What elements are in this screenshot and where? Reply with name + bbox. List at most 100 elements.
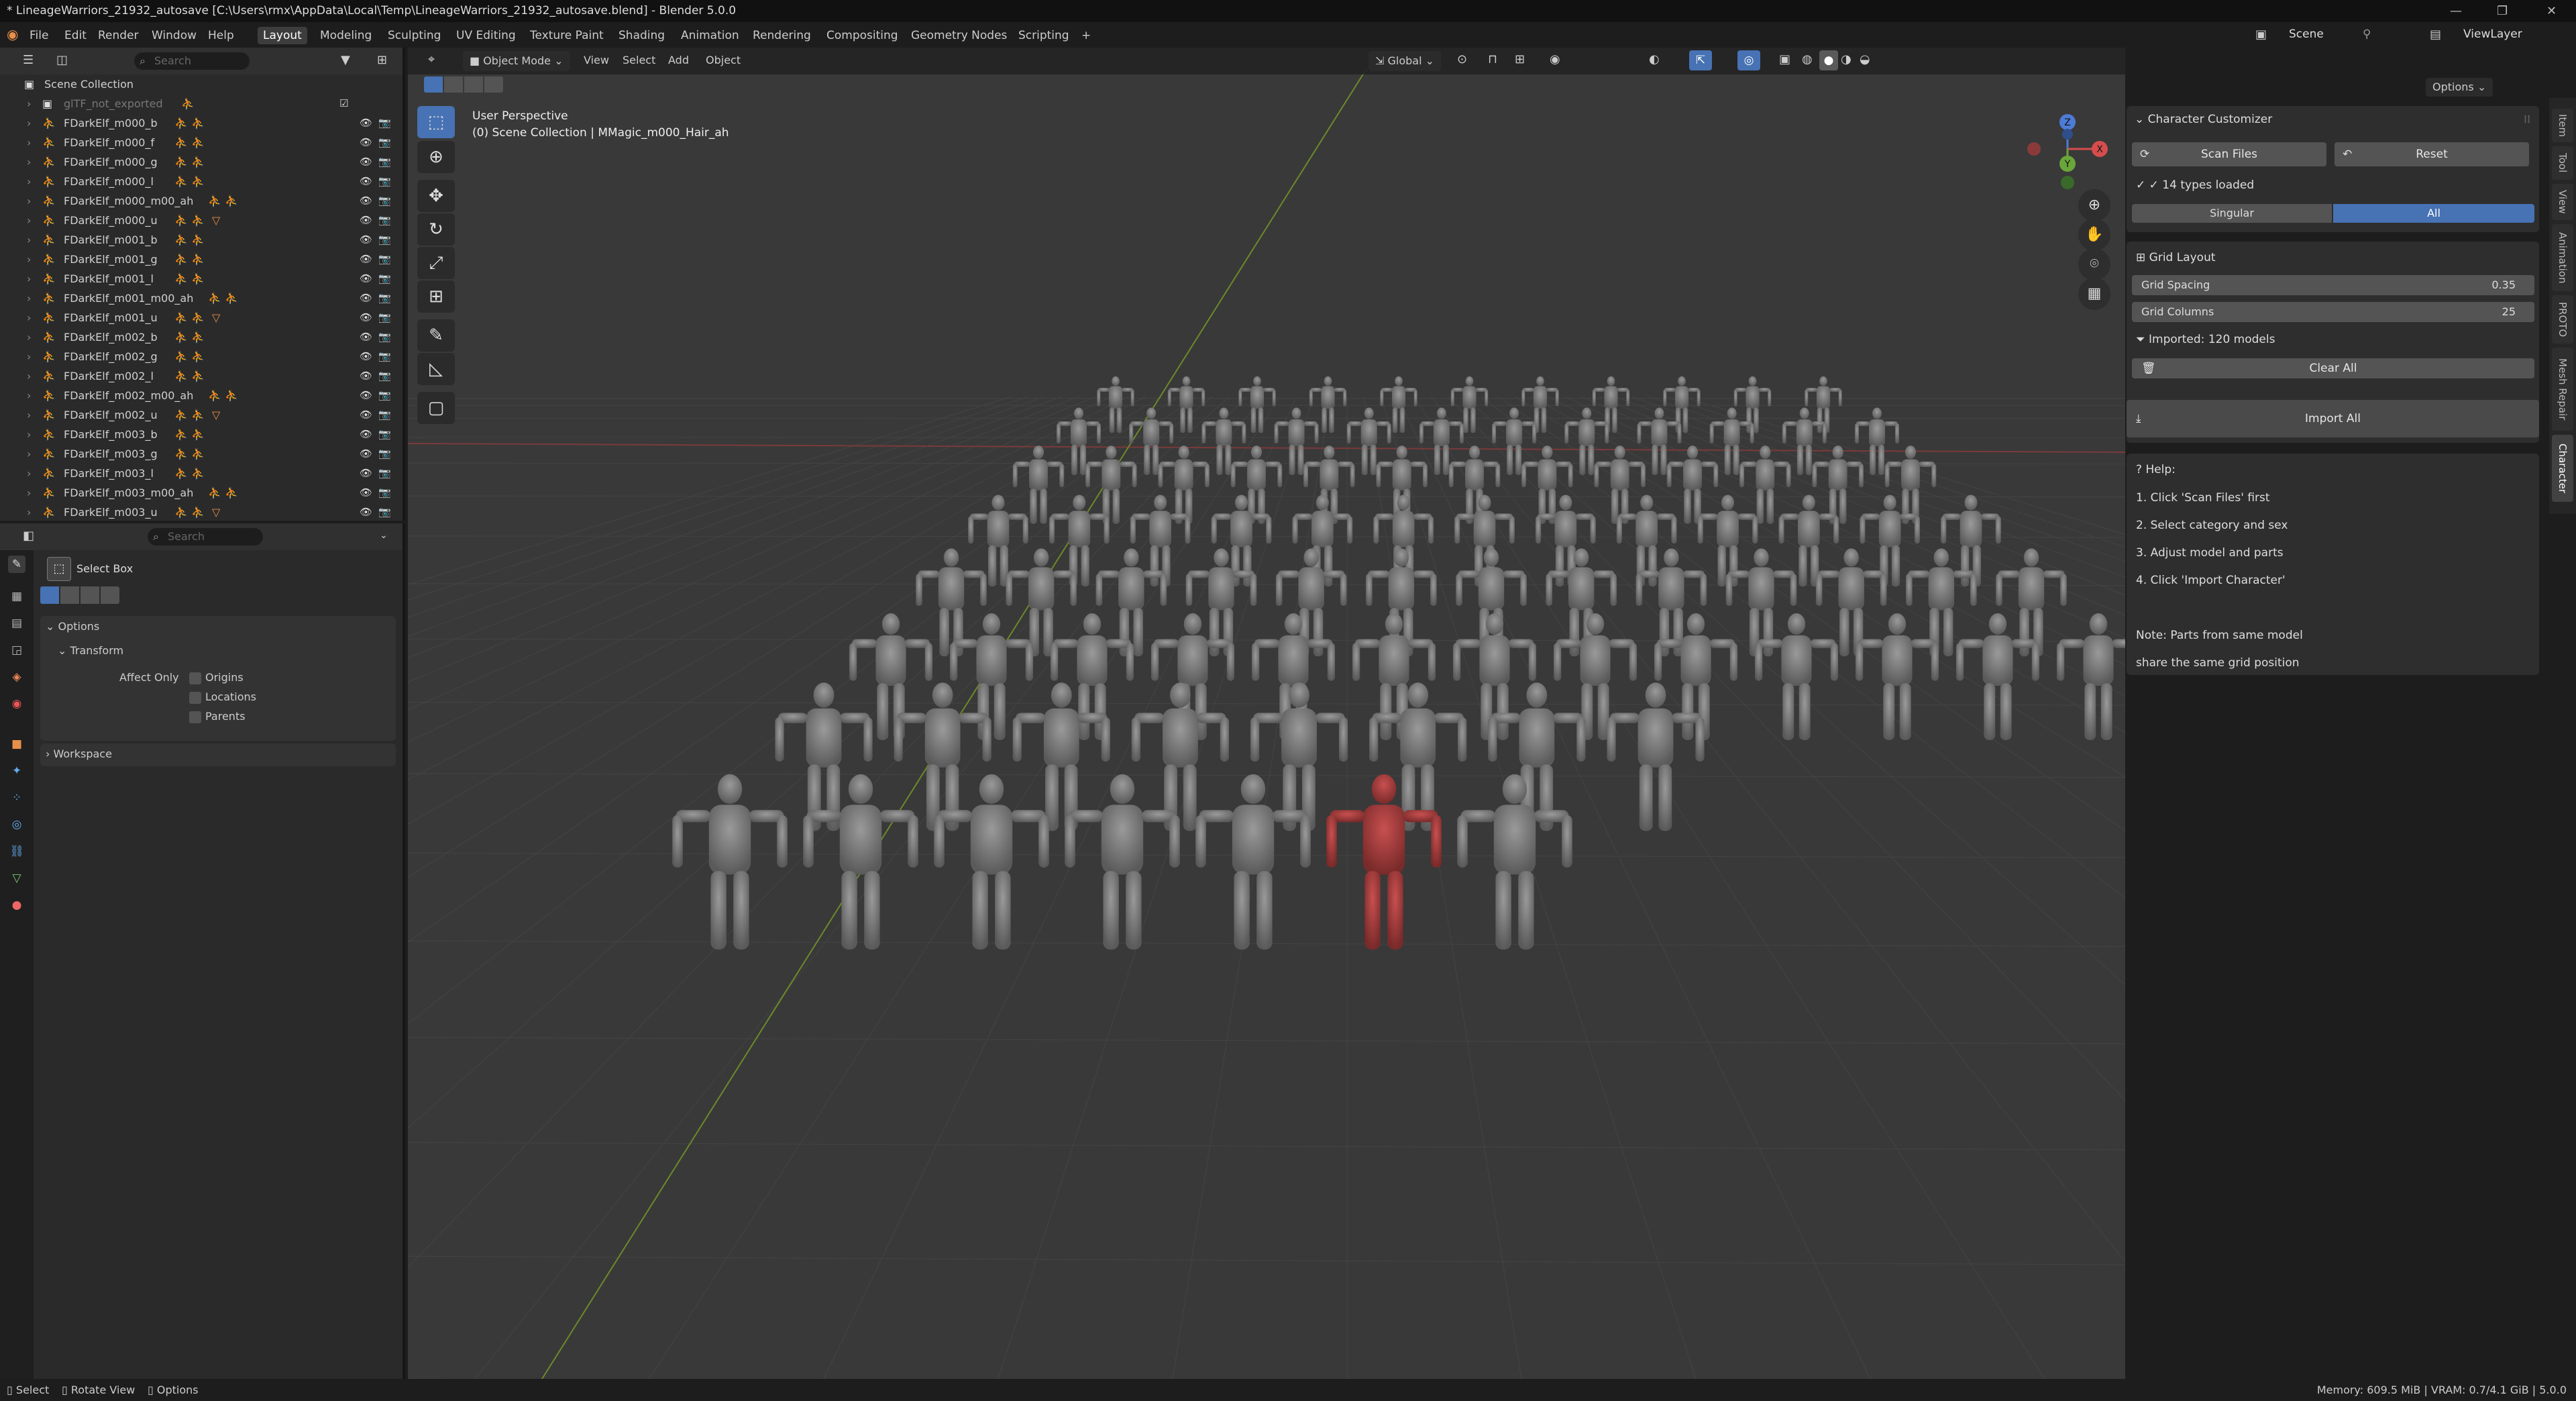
render-camera-icon[interactable]: 📷 — [378, 269, 391, 289]
render-camera-icon[interactable]: 📷 — [378, 503, 391, 522]
perspective-toggle-icon[interactable]: ▦ — [2078, 278, 2110, 310]
expand-arrow-icon[interactable]: › — [27, 386, 31, 405]
menu-file[interactable]: File — [24, 27, 54, 44]
expand-arrow-icon[interactable]: › — [27, 289, 31, 308]
mode-subtract-button[interactable] — [80, 586, 99, 604]
render-camera-icon[interactable]: 📷 — [378, 483, 391, 503]
pin-icon[interactable]: ⚲ — [2363, 28, 2371, 41]
all-button[interactable]: All — [2333, 204, 2534, 223]
constraints-tab-icon[interactable]: ⛓ — [8, 843, 25, 860]
tool-tab-icon[interactable]: ✎ — [8, 556, 25, 573]
camera-view-icon[interactable]: ⌾ — [2078, 248, 2110, 280]
expand-arrow-icon[interactable]: › — [27, 503, 31, 522]
outliner-row[interactable]: › ⛹ FDarkElf_m002_u ⛹ ⛹ ▽ 👁 📷 — [0, 405, 402, 425]
tab-modeling[interactable]: Modeling — [315, 27, 377, 44]
display-mode-icon[interactable]: ◫ — [56, 53, 68, 67]
vp-mode-intersect-button[interactable] — [484, 76, 503, 93]
outliner-row[interactable]: › ⛹ FDarkElf_m000_g ⛹ ⛹ 👁 📷 — [0, 152, 402, 172]
mode-extend-button[interactable] — [60, 586, 79, 604]
outliner-row[interactable]: › ⛹ FDarkElf_m003_b ⛹ ⛹ 👁 📷 — [0, 425, 402, 444]
vp-mode-subtract-button[interactable] — [464, 76, 483, 93]
properties-search-input[interactable]: ⌕ Search — [148, 528, 263, 546]
visibility-eye-icon[interactable]: 👁 — [360, 289, 372, 308]
visibility-eye-icon[interactable]: 👁 — [360, 308, 372, 327]
visibility-eye-icon[interactable]: 👁 — [360, 405, 372, 425]
visibility-eye-icon[interactable]: 👁 — [360, 386, 372, 405]
viewport-menu-view[interactable]: View — [578, 52, 614, 69]
xray-icon[interactable]: ▣ — [1779, 52, 1790, 66]
visibility-eye-icon[interactable]: 👁 — [360, 269, 372, 289]
visibility-eye-icon[interactable]: 👁 — [360, 250, 372, 269]
expand-arrow-icon[interactable]: › — [27, 191, 31, 211]
expand-arrow-icon[interactable]: › — [27, 230, 31, 250]
render-camera-icon[interactable]: 📷 — [378, 405, 391, 425]
object-mode-dropdown[interactable]: ■ Object Mode ⌄ — [463, 51, 570, 71]
tab-sculpting[interactable]: Sculpting — [382, 27, 446, 44]
select-box-tool-icon[interactable]: ⬚ — [417, 106, 455, 138]
visibility-eye-icon[interactable]: 👁 — [360, 327, 372, 347]
viewlayer-icon[interactable]: ▤ — [2430, 28, 2441, 42]
render-camera-icon[interactable]: 📷 — [378, 386, 391, 405]
cursor-tool-icon[interactable]: ⊕ — [417, 141, 455, 173]
outliner-row[interactable]: › ⛹ FDarkElf_m001_b ⛹ ⛹ 👁 📷 — [0, 230, 402, 250]
world-tab-icon[interactable]: ◉ — [8, 695, 25, 713]
outliner-row[interactable]: › ⛹ FDarkElf_m003_l ⛹ ⛹ 👁 📷 — [0, 464, 402, 483]
tab-layout[interactable]: Layout — [258, 27, 307, 44]
exclude-checkbox[interactable]: ☑ — [339, 94, 348, 113]
object-tab-icon[interactable]: ■ — [8, 735, 25, 753]
render-camera-icon[interactable]: 📷 — [378, 347, 391, 366]
visibility-eye-icon[interactable]: 👁 — [360, 113, 372, 133]
workspace-panel[interactable]: › Workspace — [40, 743, 396, 766]
outliner-row[interactable]: › ▣ glTF_not_exported ☑ ⛹ — [0, 94, 402, 113]
navigation-gizmo[interactable]: Z X Y — [2019, 107, 2120, 195]
outliner-row[interactable]: › ⛹ FDarkElf_m002_l ⛹ ⛹ 👁 📷 — [0, 366, 402, 386]
editor-type-icon[interactable]: ☰ — [23, 53, 34, 67]
menu-render[interactable]: Render — [93, 27, 144, 44]
editor-type-icon[interactable]: ⌖ — [428, 52, 435, 66]
outliner-row[interactable]: › ⛹ FDarkElf_m000_b ⛹ ⛹ 👁 📷 — [0, 113, 402, 133]
expand-arrow-icon[interactable]: › — [27, 94, 31, 113]
expand-arrow-icon[interactable]: › — [27, 308, 31, 327]
annotate-tool-icon[interactable]: ✎ — [417, 319, 455, 352]
render-camera-icon[interactable]: 📷 — [378, 289, 391, 308]
pivot-icon[interactable]: ⊙ — [1457, 52, 1467, 66]
modifier-tab-icon[interactable]: ✦ — [8, 762, 25, 780]
outliner-row[interactable]: › ⛹ FDarkElf_m000_u ⛹ ⛹ ▽ 👁 📷 — [0, 211, 402, 230]
expand-arrow-icon[interactable]: › — [27, 250, 31, 269]
outliner-row[interactable]: › ⛹ FDarkElf_m000_m00_ah ⛹ ⛹ 👁 📷 — [0, 191, 402, 211]
expand-arrow-icon[interactable]: › — [27, 327, 31, 347]
tab-compositing[interactable]: Compositing — [821, 27, 904, 44]
visibility-eye-icon[interactable]: 👁 — [360, 152, 372, 172]
render-tab-icon[interactable]: ▦ — [8, 588, 25, 605]
visibility-eye-icon[interactable]: 👁 — [360, 444, 372, 464]
visibility-icon[interactable]: ◐ — [1649, 52, 1660, 66]
parents-checkbox[interactable]: Parents — [189, 710, 246, 723]
physics-tab-icon[interactable]: ◎ — [8, 816, 25, 833]
outliner-row[interactable]: › ⛹ FDarkElf_m002_m00_ah ⛹ ⛹ 👁 📷 — [0, 386, 402, 405]
transform-tool-icon[interactable]: ⊞ — [417, 280, 455, 313]
tab-texture-paint[interactable]: Texture Paint — [525, 27, 609, 44]
sidebar-tab-mesh-repair[interactable]: Mesh Repair — [2552, 348, 2573, 431]
menu-edit[interactable]: Edit — [59, 27, 92, 44]
tab-geometry-nodes[interactable]: Geometry Nodes — [906, 27, 1012, 44]
solid-shading-icon[interactable]: ● — [1819, 50, 1838, 70]
tab-animation[interactable]: Animation — [676, 27, 745, 44]
render-camera-icon[interactable]: 📷 — [378, 250, 391, 269]
scene-collection-row[interactable]: ▣ Scene Collection — [0, 74, 402, 94]
viewport-menu-add[interactable]: Add — [663, 52, 694, 69]
expand-arrow-icon[interactable]: › — [27, 152, 31, 172]
clear-all-button[interactable]: 🗑 Clear All — [2132, 358, 2534, 378]
outliner-row[interactable]: › ⛹ FDarkElf_m003_u ⛹ ⛹ ▽ 👁 📷 — [0, 503, 402, 522]
expand-arrow-icon[interactable]: › — [27, 347, 31, 366]
workspace-toggle[interactable]: › Workspace — [46, 747, 112, 760]
render-camera-icon[interactable]: 📷 — [378, 191, 391, 211]
view-layer-tab-icon[interactable]: ◲ — [8, 641, 25, 659]
grid-spacing-field[interactable]: Grid Spacing 0.35 — [2132, 275, 2534, 295]
outliner-row[interactable]: › ⛹ FDarkElf_m001_g ⛹ ⛹ 👁 📷 — [0, 250, 402, 269]
material-shading-icon[interactable]: ◑ — [1841, 52, 1851, 66]
data-tab-icon[interactable]: ▽ — [8, 870, 25, 887]
filter-icon[interactable]: ▼ — [341, 53, 350, 67]
reset-button[interactable]: ↶ Reset — [2334, 142, 2529, 166]
expand-arrow-icon[interactable]: › — [27, 211, 31, 230]
add-cube-tool-icon[interactable]: ▢ — [417, 392, 455, 424]
